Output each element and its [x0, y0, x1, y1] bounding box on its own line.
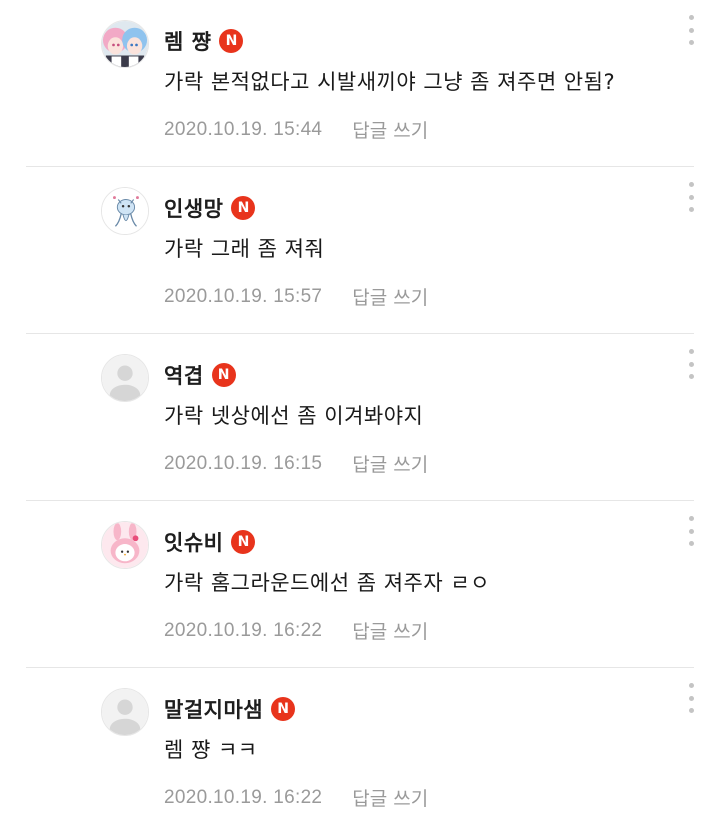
reply-button[interactable]: 답글 쓰기: [352, 450, 428, 477]
nickname[interactable]: 잇슈비: [164, 527, 223, 557]
comment-item: 잇슈비 N 가락 홈그라운드에선 좀 져주자 ㄹㅇ 2020.10.19. 16…: [0, 501, 720, 668]
dot: [688, 528, 694, 534]
comment-meta: 2020.10.19. 15:44 답글 쓰기: [164, 116, 428, 143]
nickname[interactable]: 렘 쨩: [164, 26, 211, 56]
dot: [688, 207, 694, 212]
reply-button[interactable]: 답글 쓰기: [352, 617, 428, 644]
reply-button[interactable]: 답글 쓰기: [352, 283, 428, 310]
avatar[interactable]: [101, 354, 149, 402]
more-options-icon[interactable]: [680, 179, 702, 215]
nickname-row: 잇슈비 N: [164, 527, 256, 557]
dot: [688, 27, 694, 33]
dot: [688, 194, 694, 200]
reply-button[interactable]: 답글 쓰기: [352, 116, 428, 143]
dot: [688, 708, 694, 713]
comment-item: 인생망 N 가락 그래 좀 져줘 2020.10.19. 15:57 답글 쓰기: [0, 167, 720, 334]
dot: [688, 695, 694, 701]
comment-item: 렘 쨩 N 가락 본적없다고 시발새끼야 그냥 좀 져주면 안됨? 2020.1…: [0, 0, 720, 167]
nickname-row: 렘 쨩 N: [164, 26, 244, 56]
comment-date: 2020.10.19. 16:22: [164, 619, 323, 641]
new-badge-icon: N: [219, 29, 244, 53]
dot: [688, 374, 694, 379]
comment-item: 말걸지마샘 N 렘 쨩 ㅋㅋ 2020.10.19. 16:22 답글 쓰기: [0, 668, 720, 835]
default-avatar-icon: [102, 355, 148, 401]
cartoon-creature-avatar-icon: [102, 188, 148, 234]
comment-meta: 2020.10.19. 16:15 답글 쓰기: [164, 450, 428, 477]
avatar[interactable]: [101, 20, 149, 68]
comment-date: 2020.10.19. 15:57: [164, 285, 323, 307]
comment-text: 가락 본적없다고 시발새끼야 그냥 좀 져주면 안됨?: [164, 70, 616, 94]
comment-meta: 2020.10.19. 16:22 답글 쓰기: [164, 617, 428, 644]
comment-text: 가락 넷상에선 좀 이겨봐야지: [164, 404, 424, 428]
comment-date: 2020.10.19. 16:15: [164, 452, 323, 474]
nickname-row: 인생망 N: [164, 193, 256, 223]
dot: [688, 15, 694, 20]
more-options-icon[interactable]: [680, 12, 702, 48]
nickname[interactable]: 말걸지마샘: [164, 694, 263, 724]
dot: [688, 361, 694, 367]
reply-button[interactable]: 답글 쓰기: [352, 784, 428, 811]
more-options-icon[interactable]: [680, 680, 702, 716]
pink-bunny-avatar-icon: [102, 522, 148, 568]
new-badge-icon: N: [231, 196, 256, 220]
anime-twins-avatar-icon: [102, 21, 148, 67]
new-badge-icon: N: [271, 697, 296, 721]
nickname[interactable]: 역겹: [164, 360, 204, 390]
avatar[interactable]: [101, 187, 149, 235]
avatar[interactable]: [101, 688, 149, 736]
new-badge-icon: N: [231, 530, 256, 554]
comment-meta: 2020.10.19. 16:22 답글 쓰기: [164, 784, 428, 811]
comment-text: 가락 홈그라운드에선 좀 져주자 ㄹㅇ: [164, 571, 490, 595]
more-options-icon[interactable]: [680, 513, 702, 549]
nickname-row: 역겹 N: [164, 360, 236, 390]
dot: [688, 683, 694, 688]
comment-text: 렘 쨩 ㅋㅋ: [164, 738, 258, 762]
avatar[interactable]: [101, 521, 149, 569]
comment-meta: 2020.10.19. 15:57 답글 쓰기: [164, 283, 428, 310]
comment-date: 2020.10.19. 15:44: [164, 118, 323, 140]
comment-date: 2020.10.19. 16:22: [164, 786, 323, 808]
dot: [688, 349, 694, 354]
more-options-icon[interactable]: [680, 346, 702, 382]
dot: [688, 516, 694, 521]
new-badge-icon: N: [211, 363, 236, 387]
comment-list: 렘 쨩 N 가락 본적없다고 시발새끼야 그냥 좀 져주면 안됨? 2020.1…: [0, 0, 720, 828]
default-avatar-icon: [102, 689, 148, 735]
dot: [688, 182, 694, 187]
comment-text: 가락 그래 좀 져줘: [164, 237, 325, 261]
nickname[interactable]: 인생망: [164, 193, 223, 223]
dot: [688, 40, 694, 45]
dot: [688, 541, 694, 546]
comment-item: 역겹 N 가락 넷상에선 좀 이겨봐야지 2020.10.19. 16:15 답…: [0, 334, 720, 501]
nickname-row: 말걸지마샘 N: [164, 694, 296, 724]
